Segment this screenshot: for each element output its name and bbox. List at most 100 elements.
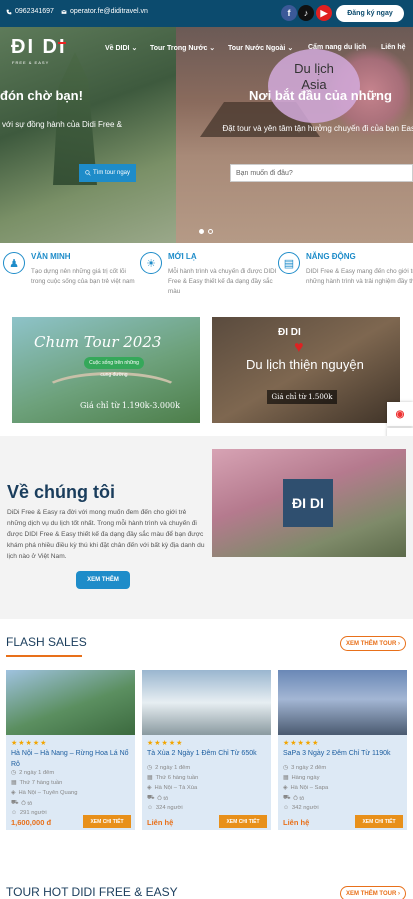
heart-icon: ♥ [294, 339, 304, 356]
email-address: operator.fe@diditravel.vn [70, 8, 148, 15]
tour-duration: ◷ 2 ngày 1 đêm [11, 770, 55, 776]
nav-travel-guide[interactable]: Cẩm nang du lịch [308, 44, 366, 51]
about-title: Về chúng tôi [7, 482, 115, 502]
section-underline [6, 655, 82, 657]
flash-sales-title: FLASH SALES [6, 635, 87, 649]
calendar-icon: ▦ [11, 780, 17, 786]
about-more-button[interactable]: XEM THÊM [76, 571, 130, 589]
charity-tour-banner[interactable]: ĐI DI ♥ Du lịch thiện nguyện Giá chỉ từ … [212, 317, 400, 423]
feature-title: VĂN MINH [31, 252, 71, 261]
tour-vehicle: ⛟ Ô tô [11, 800, 33, 807]
chum-tour-banner[interactable]: Chum Tour 2023 Cuộc sống trên những cung… [12, 317, 200, 423]
tour-card-image [6, 670, 135, 735]
tour-vehicle: ⛟ Ô tô [147, 795, 169, 802]
users-icon: ☺ [283, 805, 289, 811]
about-text: DiDi Free & Easy ra đời với mong muốn đe… [7, 509, 205, 560]
destination-search-input[interactable]: Bạn muốn đi đâu? [230, 164, 413, 182]
logo-accent [58, 42, 66, 44]
feature-title: MỚI LẠ [168, 252, 197, 261]
slider-dots [199, 229, 213, 234]
banner-price: Giá chỉ từ 1.190k-3.000k [80, 401, 180, 410]
nav-contact[interactable]: Liên hệ [381, 44, 406, 51]
tour-duration: ◷ 2 ngày 1 đêm [147, 765, 191, 771]
clock-icon: ◷ [11, 770, 17, 776]
tour-detail-button[interactable]: XEM CHI TIẾT [355, 815, 403, 828]
car-icon: ⛟ [11, 800, 19, 806]
hero-slider: Du lịch Asia ĐI DI FREE & EASY Về DIDI ⌄… [0, 27, 413, 243]
search-icon [85, 170, 91, 176]
flash-sales-more-button[interactable]: XEM THÊM TOUR › [340, 636, 406, 651]
tour-departure: ▦ Thứ 7 hàng tuần [11, 780, 63, 786]
tour-card[interactable]: ★★★★★ Hà Nội – Hà Nang – Rừng Hoa Lá Nổ … [6, 670, 135, 830]
logo-tagline: FREE & EASY [12, 60, 50, 65]
tour-name[interactable]: Hà Nội – Hà Nang – Rừng Hoa Lá Nổ Rô [11, 748, 131, 770]
tour-name[interactable]: Tà Xùa 2 Ngày 1 Đêm Chỉ Từ 650k [147, 748, 267, 759]
site-logo[interactable]: ĐI DI [11, 36, 67, 59]
mail-icon [61, 9, 67, 14]
phone-number: 0962341697 [15, 8, 54, 15]
banner-price: Giá chỉ từ 1.500k [267, 390, 337, 404]
register-button[interactable]: Đăng ký ngay [336, 5, 404, 22]
calendar-icon: ▦ [147, 775, 153, 781]
facebook-icon[interactable]: f [281, 5, 297, 21]
tour-detail-button[interactable]: XEM CHI TIẾT [83, 815, 131, 828]
rating-stars: ★★★★★ [11, 740, 48, 747]
chess-pawn-icon: ♟ [3, 252, 25, 274]
tour-price: Liên hệ [283, 818, 310, 827]
tiktok-icon[interactable]: ♪ [298, 5, 314, 21]
rating-stars: ★★★★★ [147, 740, 184, 747]
tour-hot-title: TOUR HOT DIDI FREE & EASY [6, 885, 178, 899]
car-icon: ⛟ [147, 795, 155, 801]
tour-route: ◈ Hà Nội – Sapa [283, 785, 329, 791]
banner-pill: Cuộc sống trên những cung đường [84, 357, 144, 378]
nav-about[interactable]: Về DIDI ⌄ [105, 44, 137, 52]
location-icon: ◈ [147, 785, 152, 791]
slider-dot-2[interactable] [208, 229, 213, 234]
tour-card[interactable]: ★★★★★ Tà Xùa 2 Ngày 1 Đêm Chỉ Từ 650k ◷ 2… [142, 670, 271, 830]
youtube-icon[interactable]: ▶ [316, 5, 332, 21]
feature-desc: Tạo dựng nên những giá trị cốt lõi trong… [31, 268, 135, 285]
rating-stars: ★★★★★ [283, 740, 320, 747]
feature-desc: DIDI Free & Easy mang đến cho giới trẻ n… [306, 268, 413, 285]
tour-departure: ▦ Hàng ngày [283, 775, 320, 781]
nav-foreign-tours[interactable]: Tour Nước Ngoài ⌄ [228, 44, 293, 52]
feature-title: NĂNG ĐỘNG [306, 252, 356, 261]
hero-heading-right: Nơi bắt đầu của những [249, 88, 392, 103]
slider-dot-1[interactable] [199, 229, 204, 234]
tour-departure: ▦ Thứ 6 hàng tuần [147, 775, 199, 781]
users-icon: ☺ [147, 805, 153, 811]
top-bar: 0962341697 operator.fe@diditravel.vn f ♪… [0, 0, 413, 27]
tour-route: ◈ Hà Nội – Tà Xùa [147, 785, 198, 791]
hero-sub-left: với sự đồng hành của Didi Free & [2, 120, 122, 129]
car-icon: ⛟ [283, 795, 291, 801]
chat-icon[interactable]: ◉ [387, 402, 413, 426]
tour-card[interactable]: ★★★★★ SaPa 3 Ngày 2 Đêm Chỉ Từ 1190k ◷ 3 … [278, 670, 407, 830]
about-image: ĐI DI [212, 449, 406, 557]
hero-sub-right: Đặt tour và yên tâm tận hưởng chuyến đi … [222, 124, 413, 133]
page: 0962341697 operator.fe@diditravel.vn f ♪… [0, 0, 413, 899]
banner-brand: ĐI DI [278, 327, 301, 338]
tour-detail-button[interactable]: XEM CHI TIẾT [219, 815, 267, 828]
tour-name[interactable]: SaPa 3 Ngày 2 Đêm Chỉ Từ 1190k [283, 748, 403, 759]
nav-domestic-tours[interactable]: Tour Trong Nước ⌄ [150, 44, 215, 52]
find-tour-button[interactable]: Tìm tour ngay [79, 164, 136, 182]
hero-heading-left: đón chờ bạn! [0, 88, 83, 103]
calendar-icon: ▦ [283, 775, 289, 781]
users-icon: ☺ [11, 810, 17, 816]
document-icon: ▤ [278, 252, 300, 274]
tour-route: ◈ Hà Nội – Tuyên Quang [11, 790, 78, 796]
email-contact[interactable]: operator.fe@diditravel.vn [61, 8, 148, 15]
clock-icon: ◷ [283, 765, 289, 771]
tour-price: 1,600,000 đ [11, 818, 52, 827]
tour-card-image [142, 670, 271, 735]
phone-contact[interactable]: 0962341697 [6, 8, 54, 15]
tour-hot-more-button[interactable]: XEM THÊM TOUR › [340, 886, 406, 899]
lightbulb-icon: ☀ [140, 252, 162, 274]
tour-card-image [278, 670, 407, 735]
location-icon: ◈ [283, 785, 288, 791]
banner-title: Du lịch thiện nguyện [246, 357, 364, 372]
about-image-logo: ĐI DI [283, 479, 333, 527]
clock-icon: ◷ [147, 765, 153, 771]
location-icon: ◈ [11, 790, 16, 796]
tour-price: Liên hệ [147, 818, 174, 827]
